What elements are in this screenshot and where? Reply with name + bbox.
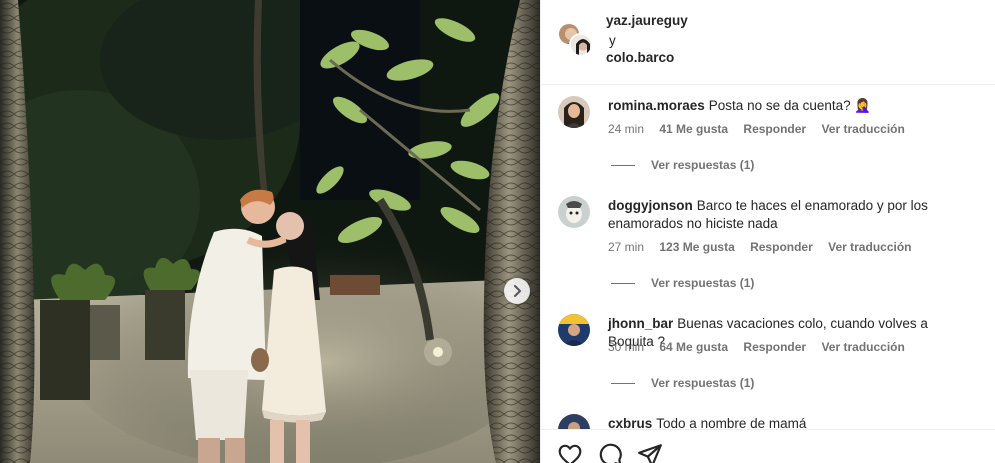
- heart-icon: [558, 444, 582, 463]
- post-actions-bar: [541, 429, 995, 463]
- comment-text: romina.moraes Posta no se da cuenta? 🤦‍♀️: [608, 97, 968, 115]
- comment-likes[interactable]: 123 Me gusta: [659, 240, 734, 254]
- header-conjunction: y: [609, 33, 616, 48]
- view-replies-button[interactable]: Ver respuestas (1): [611, 276, 754, 290]
- header-username-2[interactable]: colo.barco: [606, 50, 674, 65]
- header-username-1[interactable]: yaz.jaureguy: [606, 13, 688, 28]
- view-replies-label: Ver respuestas (1): [651, 158, 755, 172]
- like-button[interactable]: [557, 442, 583, 463]
- avatar[interactable]: [558, 196, 590, 228]
- next-photo-button[interactable]: [504, 278, 530, 304]
- avatar[interactable]: [558, 96, 590, 128]
- comments-list[interactable]: romina.moraes Posta no se da cuenta? 🤦‍♀️…: [541, 86, 995, 429]
- comment-content: Posta no se da cuenta? 🤦‍♀️: [708, 98, 872, 113]
- comment-username[interactable]: cxbrus: [608, 416, 652, 429]
- comment-icon: [599, 443, 622, 463]
- paper-plane-icon: [638, 444, 662, 463]
- avatar[interactable]: [558, 414, 590, 429]
- post-header: yaz.jaureguy y colo.barco: [541, 0, 995, 85]
- replies-divider: [611, 282, 635, 284]
- replies-divider: [611, 382, 635, 384]
- comment-time[interactable]: 24 min: [608, 122, 644, 136]
- comment-username[interactable]: doggyjonson: [608, 198, 693, 213]
- comment-time[interactable]: 27 min: [608, 240, 644, 254]
- translate-button[interactable]: Ver traducción: [821, 340, 904, 354]
- view-replies-label: Ver respuestas (1): [651, 276, 755, 290]
- chevron-right-icon: [514, 285, 521, 297]
- comment-text: doggyjonson Barco te haces el enamorado y…: [608, 197, 968, 233]
- reply-button[interactable]: Responder: [750, 240, 813, 254]
- view-replies-button[interactable]: Ver respuestas (1): [611, 376, 754, 390]
- comment-likes[interactable]: 41 Me gusta: [659, 122, 728, 136]
- comment-username[interactable]: romina.moraes: [608, 98, 705, 113]
- comment-meta: 24 min 41 Me gusta Responder Ver traducc…: [608, 122, 917, 136]
- comment-text: cxbrus Todo a nombre de mamá: [608, 415, 968, 429]
- avatar[interactable]: [558, 314, 590, 346]
- comment-meta: 27 min 123 Me gusta Responder Ver traduc…: [608, 240, 924, 254]
- post-photo: [0, 0, 540, 463]
- avatar[interactable]: [569, 33, 593, 57]
- view-replies-button[interactable]: Ver respuestas (1): [611, 158, 754, 172]
- post-sidebar: yaz.jaureguy y colo.barco romina.moraes P…: [540, 0, 995, 463]
- comment-button[interactable]: [597, 442, 623, 463]
- comment-meta: 30 min 64 Me gusta Responder Ver traducc…: [608, 340, 917, 354]
- translate-button[interactable]: Ver traducción: [828, 240, 911, 254]
- post-image: [0, 0, 540, 463]
- view-replies-label: Ver respuestas (1): [651, 376, 755, 390]
- share-button[interactable]: [637, 442, 663, 463]
- translate-button[interactable]: Ver traducción: [821, 122, 904, 136]
- reply-button[interactable]: Responder: [743, 340, 806, 354]
- comment-likes[interactable]: 64 Me gusta: [659, 340, 728, 354]
- comment-username[interactable]: jhonn_bar: [608, 316, 673, 331]
- reply-button[interactable]: Responder: [743, 122, 806, 136]
- comment-time[interactable]: 30 min: [608, 340, 644, 354]
- collab-avatars[interactable]: [557, 22, 593, 58]
- comment-content: Todo a nombre de mamá: [656, 416, 807, 429]
- replies-divider: [611, 164, 635, 166]
